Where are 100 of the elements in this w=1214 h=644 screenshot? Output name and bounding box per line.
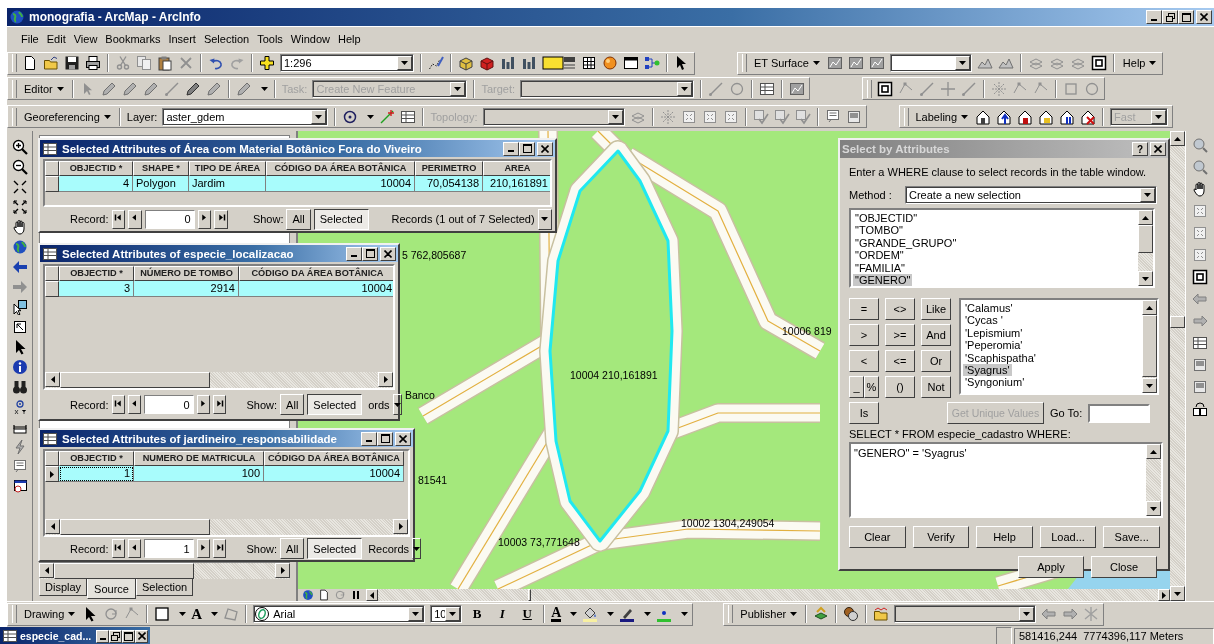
operator-button[interactable]: <>: [885, 298, 915, 320]
column-header[interactable]: OBJECTID *: [59, 161, 133, 176]
fields-list[interactable]: "OBJECTID" "TOMBO" "GRANDE_GRUPO" "ORDEM" "FAMILIA" "GENERO": [849, 208, 1155, 288]
value-item[interactable]: 'Calamus': [963, 302, 1015, 315]
operator-button[interactable]: Like: [921, 298, 951, 320]
operator-button[interactable]: %: [864, 376, 879, 398]
menu-item[interactable]: Window: [286, 31, 334, 47]
value-item[interactable]: 'Cycas ': [963, 314, 1005, 327]
field-item[interactable]: "OBJECTID": [853, 212, 920, 225]
operator-button[interactable]: And: [921, 324, 951, 346]
record-field[interactable]: 0: [144, 209, 195, 229]
font-color-button[interactable]: A: [551, 606, 562, 622]
layer-dropdown[interactable]: aster_gdem: [162, 107, 329, 126]
publisher-menu[interactable]: Publisher: [738, 608, 800, 620]
et-surface-menu[interactable]: ET Surface: [752, 57, 822, 69]
dialog-button[interactable]: Clear: [849, 526, 906, 548]
show-toggle[interactable]: Selected: [307, 394, 363, 415]
operator-button[interactable]: >=: [885, 324, 915, 346]
georeferencing-menu[interactable]: Georeferencing: [22, 110, 113, 123]
field-item[interactable]: "GRANDE_GRUPO": [853, 236, 959, 250]
drawing-menu[interactable]: Drawing: [22, 608, 78, 620]
minimized-window[interactable]: especie_cad...: [0, 627, 150, 644]
window-title: Selected Attributes of Área com Material Botânico Fora do Viveiro: [62, 142, 422, 155]
show-toggle[interactable]: All: [280, 394, 305, 415]
dialog-button[interactable]: Apply: [1018, 556, 1084, 578]
dialog-button[interactable]: Save...: [1103, 526, 1160, 548]
column-header[interactable]: SHAPE *: [133, 161, 189, 176]
value-item[interactable]: 'Lepismium': [963, 326, 1025, 340]
show-toggle[interactable]: All: [286, 208, 311, 230]
operator-button[interactable]: _: [849, 376, 864, 398]
menu-item[interactable]: File: [17, 31, 43, 47]
dialog-button[interactable]: Verify: [912, 526, 970, 548]
field-item[interactable]: "GENERO": [853, 274, 913, 286]
field-item[interactable]: "FAMILIA": [853, 261, 907, 275]
menu-item[interactable]: Bookmarks: [101, 31, 165, 47]
column-header[interactable]: NÚMERO DE TOMBO: [134, 266, 239, 281]
menu-item[interactable]: Selection: [199, 31, 254, 47]
values-list[interactable]: 'Calamus' 'Cycas ' 'Lepismium' 'Peperomia' 'Scaphispatha' 'Syagrus' 'Syngonium': [959, 298, 1159, 395]
format-button[interactable]: I: [492, 606, 513, 622]
dialog-button[interactable]: Help: [976, 526, 1033, 548]
menu-item[interactable]: Tools: [253, 31, 287, 47]
table-cell: 3: [59, 281, 134, 297]
value-item[interactable]: 'Scaphispatha': [963, 351, 1038, 365]
menu-item[interactable]: Edit: [42, 31, 70, 47]
operator-button[interactable]: (): [885, 376, 915, 398]
help-menu[interactable]: Help: [1120, 57, 1159, 69]
table-cell: 10004: [239, 281, 393, 297]
table-cell: 10004: [264, 466, 404, 482]
operator-button[interactable]: >: [849, 324, 879, 346]
column-header[interactable]: PERIMETRO: [415, 161, 483, 176]
value-item[interactable]: 'Peperomia': [963, 339, 1025, 352]
format-button[interactable]: U: [517, 606, 538, 622]
show-toggle[interactable]: All: [280, 538, 305, 559]
show-toggle[interactable]: Selected: [307, 538, 363, 559]
records-status: ords: [368, 398, 390, 411]
value-item[interactable]: 'Syngonium': [963, 376, 1027, 389]
show-label: Show:: [252, 213, 284, 225]
text-tool-button[interactable]: A: [191, 605, 203, 623]
column-header[interactable]: AREA: [483, 161, 550, 176]
record-field[interactable]: 0: [143, 395, 194, 414]
window-title: especie_cad...: [20, 630, 92, 642]
field-item[interactable]: "TOMBO": [853, 224, 905, 237]
value-item[interactable]: 'Syagrus': [963, 364, 1012, 377]
column-header[interactable]: OBJECTID *: [59, 266, 134, 281]
column-header[interactable]: CÓDIGO DA ÁREA BOTÂNICA: [239, 266, 393, 281]
dialog-button[interactable]: Load...: [1039, 526, 1097, 548]
record-field[interactable]: 1: [143, 539, 194, 558]
operator-button[interactable]: Is: [849, 402, 879, 424]
panel-tab[interactable]: Selection: [135, 579, 194, 596]
menu-item[interactable]: View: [69, 31, 102, 47]
layer-label: Layer:: [126, 110, 158, 123]
column-header[interactable]: CÓDIGO DA ÁREA BOTÂNICA: [266, 161, 415, 176]
map-label: 81541: [418, 474, 448, 486]
help-button[interactable]: ?: [1132, 142, 1148, 156]
field-item[interactable]: "ORDEM": [853, 249, 906, 262]
column-header[interactable]: TIPO DE ÁREA: [189, 161, 266, 176]
method-dropdown[interactable]: Create a new selection: [905, 186, 1157, 204]
panel-tab[interactable]: Display: [39, 579, 88, 596]
scale-dropdown[interactable]: 1:296: [280, 54, 414, 72]
records-status: Records (1 out of 7 Selected): [391, 213, 535, 225]
menu-item[interactable]: Insert: [164, 31, 200, 47]
operator-button[interactable]: Or: [921, 350, 951, 372]
column-header[interactable]: OBJECTID *: [59, 451, 134, 466]
dialog-button[interactable]: Close: [1091, 556, 1157, 578]
table-cell: 70,054138: [415, 176, 483, 192]
goto-label: Go To:: [1050, 407, 1083, 419]
menu-item[interactable]: Help: [334, 31, 365, 47]
font-dropdown[interactable]: Arial: [253, 605, 426, 623]
operator-button[interactable]: =: [849, 298, 879, 320]
panel-tab[interactable]: Source: [87, 579, 136, 599]
show-toggle[interactable]: Selected: [313, 208, 369, 230]
operator-button[interactable]: <: [849, 350, 879, 372]
query-field[interactable]: "GENERO" = 'Syagrus': [849, 442, 1163, 518]
format-button[interactable]: B: [467, 606, 488, 622]
map-label: Banco: [405, 389, 435, 401]
operator-button[interactable]: Not: [921, 376, 951, 398]
column-header[interactable]: CÓDIGO DA ÁREA BOTÂNICA: [264, 451, 404, 466]
operator-button[interactable]: <=: [885, 350, 915, 372]
column-header[interactable]: NUMERO DE MATRICULA: [134, 451, 264, 466]
font-size-dropdown[interactable]: 10: [430, 605, 463, 623]
